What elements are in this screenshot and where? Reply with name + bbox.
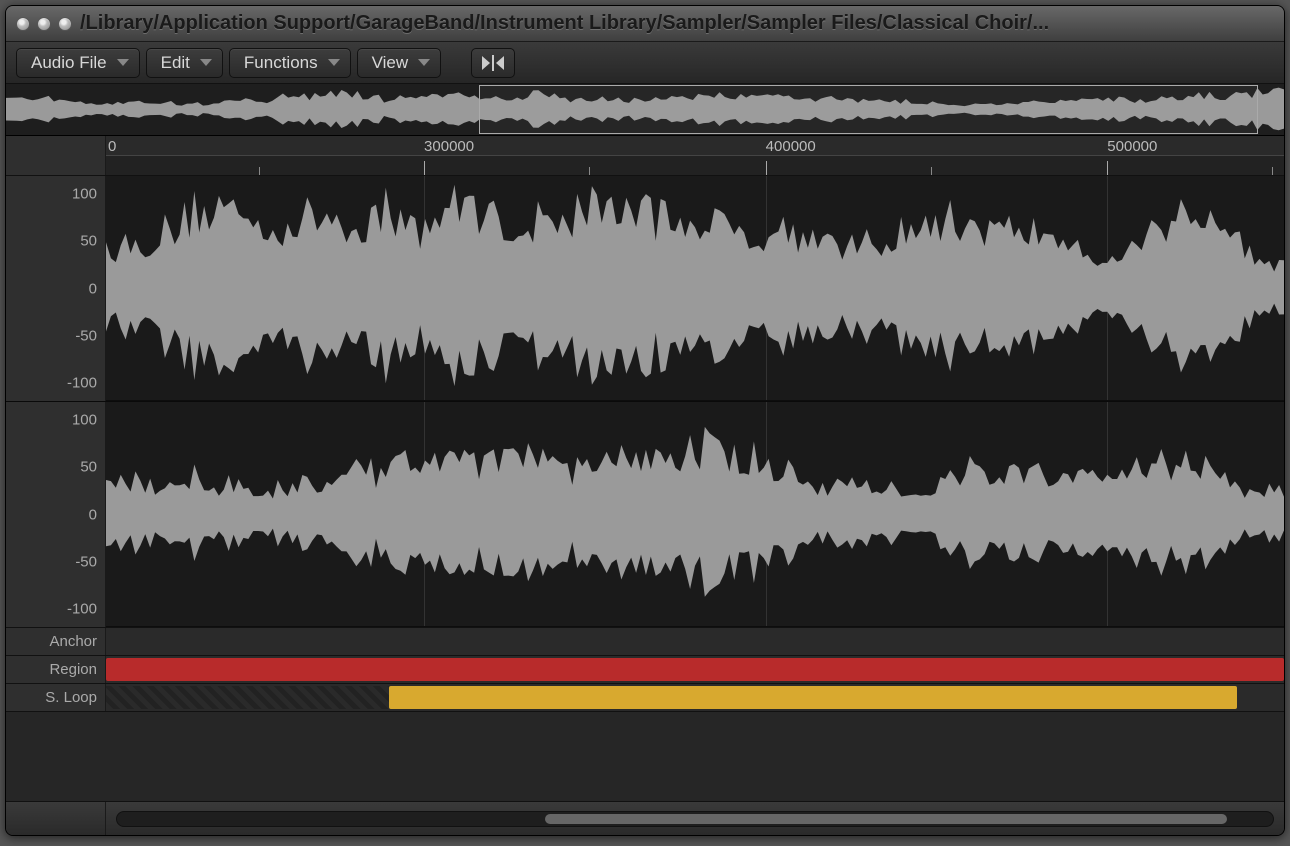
ruler-gutter bbox=[6, 136, 106, 175]
toolbar: Audio File Edit Functions View bbox=[6, 42, 1284, 84]
chevron-down-icon bbox=[418, 59, 430, 66]
time-ruler[interactable]: 0 300000 400000 500000 bbox=[106, 136, 1284, 175]
overview-waveform[interactable] bbox=[6, 84, 1284, 136]
amp-label: 100 bbox=[72, 186, 97, 203]
sloop-label: S. Loop bbox=[6, 684, 106, 711]
amp-label: -50 bbox=[75, 553, 97, 570]
anchor-body[interactable] bbox=[106, 628, 1284, 655]
anchor-lane[interactable]: Anchor bbox=[6, 627, 1284, 655]
loop-bar[interactable] bbox=[389, 686, 1237, 709]
ruler-tick-label: 500000 bbox=[1107, 138, 1157, 155]
functions-label: Functions bbox=[244, 53, 318, 73]
minimize-icon[interactable] bbox=[37, 17, 51, 31]
close-icon[interactable] bbox=[16, 17, 30, 31]
overview-selection[interactable] bbox=[479, 85, 1259, 134]
region-body[interactable] bbox=[106, 656, 1284, 683]
amp-label: 50 bbox=[80, 233, 97, 250]
scroll-thumb[interactable] bbox=[545, 814, 1227, 824]
amp-label: -100 bbox=[67, 601, 97, 618]
waveform-channel-right[interactable] bbox=[106, 402, 1284, 627]
ruler-tick-label: 400000 bbox=[766, 138, 816, 155]
waveform-svg bbox=[106, 176, 1284, 400]
ruler-area: 0 300000 400000 500000 bbox=[6, 136, 1284, 176]
amp-label: -50 bbox=[75, 327, 97, 344]
amp-label: 100 bbox=[72, 412, 97, 429]
view-label: View bbox=[372, 53, 409, 73]
window-title: /Library/Application Support/GarageBand/… bbox=[80, 12, 1274, 35]
amp-label: 0 bbox=[89, 280, 97, 297]
ruler-tick-label: 0 bbox=[108, 138, 116, 155]
region-bar[interactable] bbox=[106, 658, 1284, 681]
sample-editor-window: /Library/Application Support/GarageBand/… bbox=[5, 5, 1285, 836]
amplitude-gutter-left: 100 50 0 -50 -100 bbox=[6, 176, 106, 401]
edit-menu[interactable]: Edit bbox=[146, 48, 223, 78]
region-lane[interactable]: Region bbox=[6, 655, 1284, 683]
chevron-down-icon bbox=[117, 59, 129, 66]
audio-file-label: Audio File bbox=[31, 53, 107, 73]
functions-menu[interactable]: Functions bbox=[229, 48, 351, 78]
sloop-body[interactable] bbox=[106, 684, 1284, 711]
chevron-down-icon bbox=[328, 59, 340, 66]
ruler-tick-label: 300000 bbox=[424, 138, 474, 155]
anchor-label: Anchor bbox=[6, 628, 106, 655]
region-label: Region bbox=[6, 656, 106, 683]
audio-file-menu[interactable]: Audio File bbox=[16, 48, 140, 78]
playhead-center-button[interactable] bbox=[471, 48, 515, 78]
edit-label: Edit bbox=[161, 53, 190, 73]
horizontal-scroll bbox=[106, 811, 1284, 827]
traffic-lights bbox=[16, 17, 72, 31]
waveform-svg bbox=[106, 402, 1284, 626]
view-menu[interactable]: View bbox=[357, 48, 442, 78]
amplitude-gutter-right: 100 50 0 -50 -100 bbox=[6, 402, 106, 627]
titlebar[interactable]: /Library/Application Support/GarageBand/… bbox=[6, 6, 1284, 42]
waveform-channel-left[interactable] bbox=[106, 176, 1284, 401]
sloop-lane[interactable]: S. Loop bbox=[6, 683, 1284, 711]
empty-area bbox=[6, 711, 1284, 801]
playhead-icon bbox=[482, 53, 504, 73]
amp-label: 0 bbox=[89, 506, 97, 523]
amp-label: -100 bbox=[67, 375, 97, 392]
loop-empty-area bbox=[106, 686, 389, 709]
amp-label: 50 bbox=[80, 459, 97, 476]
chevron-down-icon bbox=[200, 59, 212, 66]
bottom-bar bbox=[6, 801, 1284, 835]
zoom-icon[interactable] bbox=[58, 17, 72, 31]
scroll-track[interactable] bbox=[116, 811, 1274, 827]
